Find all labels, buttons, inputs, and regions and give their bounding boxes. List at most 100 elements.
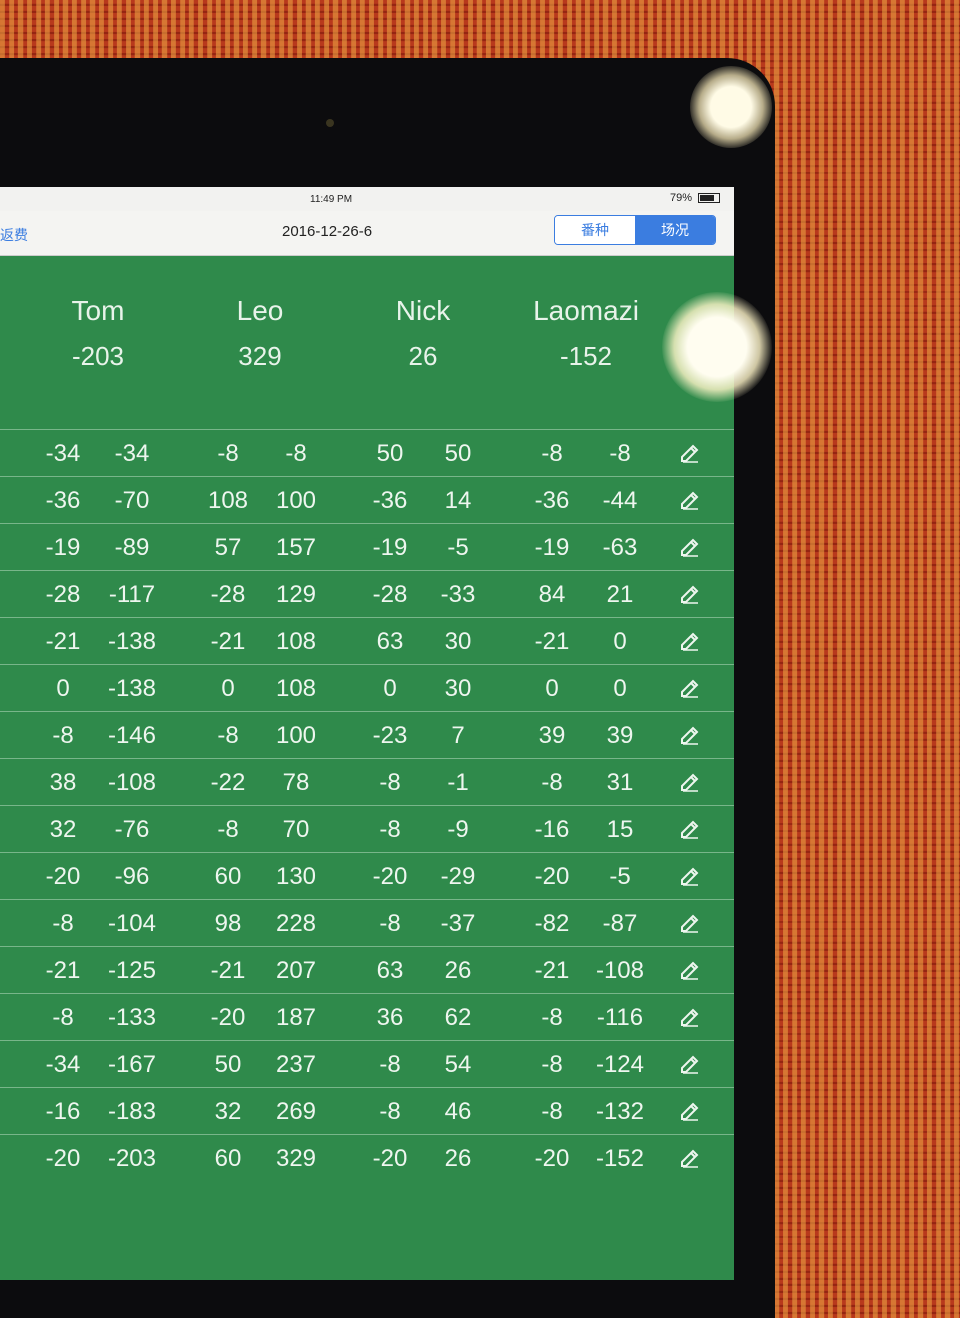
running-total-cell: -138 [107, 628, 157, 655]
round-score-cell: 63 [376, 628, 404, 655]
page-title: 2016-12-26-6 [282, 223, 373, 240]
round-score-cell: -21 [45, 957, 81, 984]
running-total-cell: -89 [114, 534, 150, 561]
running-total-cell: -96 [114, 863, 150, 890]
running-total-cell: -8 [609, 440, 631, 467]
round-score-cell: -19 [372, 534, 408, 561]
running-total-cell: -203 [107, 1145, 157, 1172]
pencil-icon[interactable] [678, 629, 702, 653]
round-score-cell: -21 [210, 957, 246, 984]
running-total-cell: -44 [602, 487, 638, 514]
score-row: -36 -70 108 100 -36 14 -36 -44 [0, 476, 734, 523]
running-total-cell: -124 [595, 1051, 645, 1078]
round-score-cell: -8 [379, 910, 401, 937]
player-total: -152 [559, 341, 613, 371]
round-score-cell: -20 [372, 863, 408, 890]
round-score-cell: 57 [214, 534, 242, 561]
running-total-cell: 100 [275, 722, 317, 749]
pencil-icon[interactable] [678, 676, 702, 700]
round-score-cell: -8 [52, 722, 74, 749]
round-score-cell: -8 [52, 1004, 74, 1031]
round-score-cell: -20 [45, 1145, 81, 1172]
pencil-icon[interactable] [678, 1099, 702, 1123]
round-score-cell: -20 [372, 1145, 408, 1172]
round-score-cell: 60 [214, 863, 242, 890]
score-row: -28 -117 -28 129 -28 -33 84 21 [0, 570, 734, 617]
pencil-icon[interactable] [678, 864, 702, 888]
round-score-cell: -21 [534, 957, 570, 984]
round-score-cell: -8 [541, 1051, 563, 1078]
running-total-cell: -8 [285, 440, 307, 467]
round-score-cell: -16 [45, 1098, 81, 1125]
running-total-cell: -167 [107, 1051, 157, 1078]
player-name: Leo [236, 295, 284, 326]
battery-indicator: 79% [670, 192, 721, 204]
pencil-icon[interactable] [678, 770, 702, 794]
round-score-cell: -8 [217, 722, 239, 749]
pencil-icon[interactable] [678, 911, 702, 935]
pencil-icon[interactable] [678, 1052, 702, 1076]
running-total-cell: -108 [107, 769, 157, 796]
pencil-icon[interactable] [678, 817, 702, 841]
player-total: 26 [408, 341, 438, 371]
round-score-cell: 60 [214, 1145, 242, 1172]
running-total-cell: 108 [275, 628, 317, 655]
round-score-cell: -36 [372, 487, 408, 514]
running-total-cell: 31 [606, 769, 634, 796]
segment-fan[interactable]: 番种 [555, 216, 635, 244]
running-total-cell: -37 [440, 910, 476, 937]
front-camera [326, 119, 334, 127]
running-total-cell: -87 [602, 910, 638, 937]
running-total-cell: -5 [447, 534, 469, 561]
round-score-cell: 0 [221, 675, 235, 702]
running-total-cell: 70 [282, 816, 310, 843]
player-name: Tom [71, 295, 125, 326]
round-score-cell: -16 [534, 816, 570, 843]
round-score-cell: -20 [45, 863, 81, 890]
back-button[interactable]: 返费 [0, 225, 28, 245]
pencil-icon[interactable] [678, 535, 702, 559]
score-row: -20 -203 60 329 -20 26 -20 -152 [0, 1134, 734, 1181]
round-score-cell: 108 [207, 487, 249, 514]
score-rows-list: -34 -34 -8 -8 50 50 -8 -8 -36 -70 108 100 -36 14 -36 -4… [0, 429, 734, 1181]
round-score-cell: 32 [49, 816, 77, 843]
running-total-cell: -34 [114, 440, 150, 467]
pencil-icon[interactable] [678, 441, 702, 465]
round-score-cell: 98 [214, 910, 242, 937]
round-score-cell: -23 [372, 722, 408, 749]
pencil-icon[interactable] [678, 1005, 702, 1029]
running-total-cell: 130 [275, 863, 317, 890]
round-score-cell: -8 [541, 769, 563, 796]
round-score-cell: -8 [217, 816, 239, 843]
running-total-cell: 46 [444, 1098, 472, 1125]
pencil-icon[interactable] [678, 1146, 702, 1170]
pencil-icon[interactable] [678, 488, 702, 512]
running-total-cell: 50 [444, 440, 472, 467]
battery-percent: 79% [670, 192, 693, 204]
running-total-cell: -63 [602, 534, 638, 561]
running-total-cell: -132 [595, 1098, 645, 1125]
player-name: Laomazi [533, 295, 639, 326]
round-score-cell: 50 [214, 1051, 242, 1078]
running-total-cell: 21 [606, 581, 634, 608]
running-total-cell: 7 [451, 722, 465, 749]
running-total-cell: 237 [275, 1051, 317, 1078]
light-glare [690, 66, 772, 148]
score-row: -21 -125 -21 207 63 26 -21 -108 [0, 946, 734, 993]
round-score-cell: 84 [538, 581, 566, 608]
player-tom: Tom -203 [28, 295, 168, 372]
pencil-icon[interactable] [678, 723, 702, 747]
running-total-cell: -5 [609, 863, 631, 890]
running-total-cell: -33 [440, 581, 476, 608]
segment-match-status[interactable]: 场况 [635, 216, 715, 244]
pencil-icon[interactable] [678, 582, 702, 606]
round-score-cell: -8 [379, 816, 401, 843]
round-score-cell: -21 [534, 628, 570, 655]
running-total-cell: -138 [107, 675, 157, 702]
running-total-cell: -117 [108, 581, 156, 608]
round-score-cell: -82 [534, 910, 570, 937]
pencil-icon[interactable] [678, 958, 702, 982]
round-score-cell: 0 [545, 675, 559, 702]
player-name: Nick [395, 295, 451, 326]
round-score-cell: -36 [534, 487, 570, 514]
